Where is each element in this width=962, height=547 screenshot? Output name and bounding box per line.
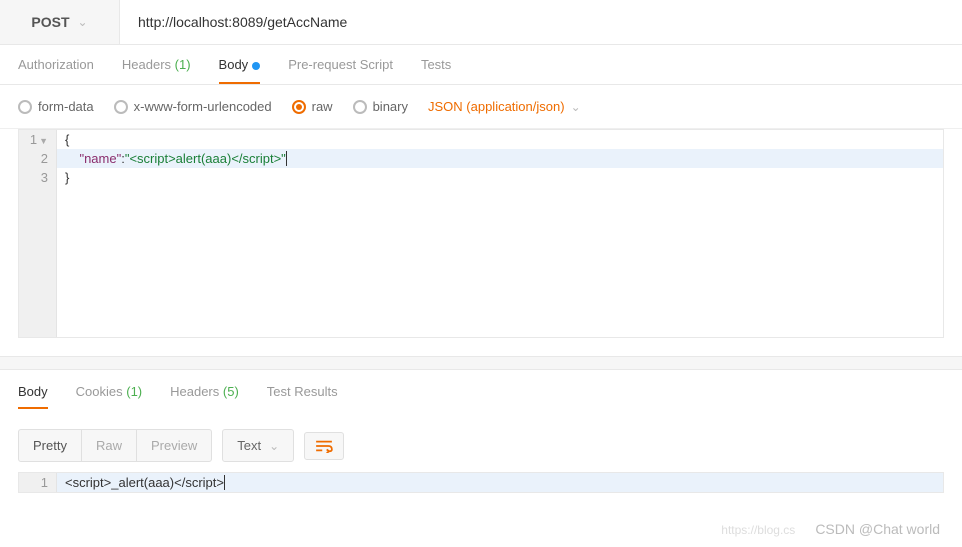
resp-tab-test-results[interactable]: Test Results xyxy=(267,384,338,409)
radio-icon xyxy=(353,100,367,114)
wrap-icon xyxy=(315,439,333,453)
gutter-line: 3 xyxy=(19,168,57,187)
code-line: <script>_alert(aaa)</script> xyxy=(57,473,943,492)
chevron-down-icon: ⌄ xyxy=(269,439,279,453)
tab-prerequest[interactable]: Pre-request Script xyxy=(288,57,393,84)
gutter-line: 1 xyxy=(19,473,57,492)
resp-headers-count: (5) xyxy=(223,384,239,399)
tab-body[interactable]: Body xyxy=(219,57,261,84)
response-tabs: Body Cookies (1) Headers (5) Test Result… xyxy=(0,370,962,419)
tab-tests[interactable]: Tests xyxy=(421,57,451,84)
modified-dot-icon xyxy=(252,62,260,70)
resp-tab-cookies[interactable]: Cookies (1) xyxy=(76,384,142,409)
watermark: https://blog.cs CSDN @Chat world xyxy=(721,521,940,537)
headers-count: (1) xyxy=(175,57,191,72)
body-type-row: form-data x-www-form-urlencoded raw bina… xyxy=(0,85,962,129)
view-raw-button[interactable]: Raw xyxy=(82,430,137,461)
request-body-editor[interactable]: 1▼ { 2 "name":"<script>alert(aaa)</scrip… xyxy=(18,129,944,338)
chevron-down-icon: ⌄ xyxy=(571,100,581,114)
code-line: "name":"<script>alert(aaa)</script>" xyxy=(57,149,943,168)
response-format-select[interactable]: Text⌄ xyxy=(222,429,294,462)
response-toolbar: Pretty Raw Preview Text⌄ xyxy=(0,419,962,472)
chevron-down-icon: ⌄ xyxy=(78,15,88,29)
radio-raw[interactable]: raw xyxy=(292,99,333,114)
code-line: } xyxy=(57,168,943,187)
http-method-label: POST xyxy=(31,14,69,30)
tab-headers[interactable]: Headers (1) xyxy=(122,57,191,84)
resp-tab-headers[interactable]: Headers (5) xyxy=(170,384,239,409)
radio-urlencoded[interactable]: x-www-form-urlencoded xyxy=(114,99,272,114)
http-method-select[interactable]: POST ⌄ xyxy=(0,0,120,44)
request-tabs: Authorization Headers (1) Body Pre-reque… xyxy=(0,45,962,85)
radio-binary[interactable]: binary xyxy=(353,99,408,114)
view-preview-button[interactable]: Preview xyxy=(137,430,211,461)
fold-arrow-icon: ▼ xyxy=(39,136,48,146)
response-body-editor[interactable]: 1 <script>_alert(aaa)</script> xyxy=(18,472,944,493)
radio-form-data[interactable]: form-data xyxy=(18,99,94,114)
gutter-line: 2 xyxy=(19,149,57,168)
code-line: { xyxy=(57,130,943,149)
cookies-count: (1) xyxy=(126,384,142,399)
view-pretty-button[interactable]: Pretty xyxy=(19,430,82,461)
url-input[interactable] xyxy=(120,0,962,44)
panel-divider[interactable] xyxy=(0,356,962,370)
wrap-lines-button[interactable] xyxy=(304,432,344,460)
content-type-select[interactable]: JSON (application/json)⌄ xyxy=(428,99,581,114)
radio-icon xyxy=(114,100,128,114)
resp-tab-body[interactable]: Body xyxy=(18,384,48,409)
radio-icon xyxy=(18,100,32,114)
view-mode-group: Pretty Raw Preview xyxy=(18,429,212,462)
radio-icon xyxy=(292,100,306,114)
gutter-line: 1▼ xyxy=(19,130,57,149)
tab-authorization[interactable]: Authorization xyxy=(18,57,94,84)
